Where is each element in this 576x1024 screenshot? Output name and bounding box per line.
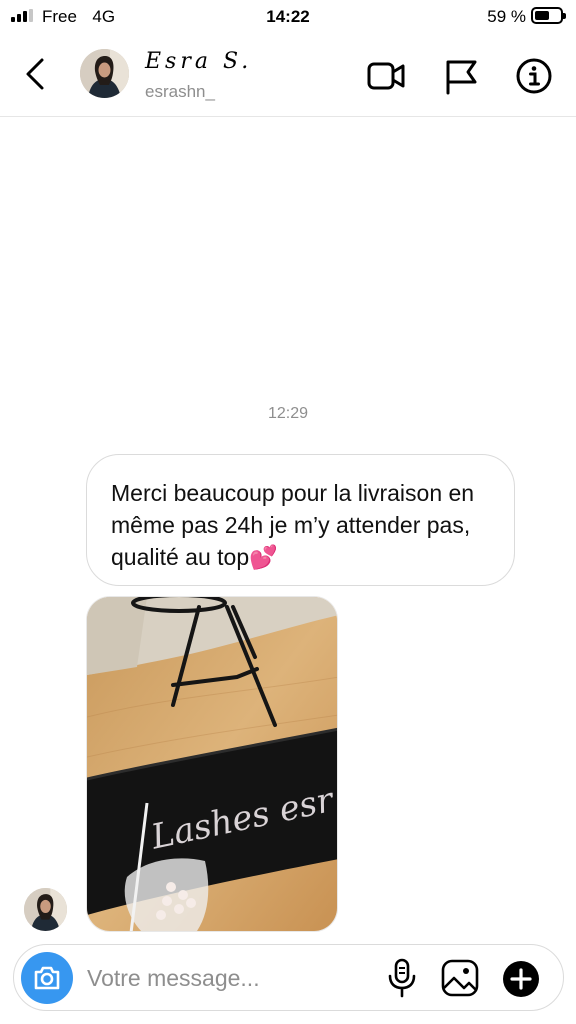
info-button[interactable] [514, 56, 554, 96]
status-bar: Free 4G 14:22 59 % [0, 0, 576, 34]
info-icon [516, 58, 552, 94]
report-button[interactable] [441, 56, 481, 96]
message-bubble[interactable]: Merci beaucoup pour la livraison en même… [86, 454, 515, 586]
voice-message-button[interactable] [382, 957, 422, 999]
flag-icon [446, 60, 477, 95]
battery-percentage: 59 % [487, 7, 526, 26]
back-chevron-icon [26, 58, 44, 90]
message-timestamp: 12:29 [267, 405, 309, 422]
gallery-icon [441, 959, 479, 997]
sender-avatar[interactable] [24, 888, 67, 931]
photo-image: Lashes esr [87, 597, 337, 931]
photo-message[interactable]: Lashes esr [86, 596, 338, 932]
video-call-button[interactable] [366, 56, 406, 96]
chat-header: Esra S. esrashn_ [0, 34, 576, 117]
add-icon [503, 961, 539, 997]
message-text: Merci beaucoup pour la livraison en même… [111, 480, 475, 570]
message-composer [13, 944, 564, 1011]
microphone-icon [388, 958, 416, 998]
camera-icon [34, 966, 60, 990]
message-input[interactable] [87, 959, 367, 997]
back-button[interactable] [18, 54, 54, 94]
gallery-button[interactable] [440, 958, 480, 998]
camera-button[interactable] [21, 952, 73, 1004]
more-options-button[interactable] [502, 960, 540, 998]
contact-username[interactable]: esrashn_ [145, 82, 215, 102]
battery-icon [531, 7, 566, 24]
contact-avatar[interactable] [80, 49, 129, 98]
contact-display-name[interactable]: Esra S. [145, 49, 252, 74]
battery-fill [535, 11, 549, 20]
video-call-icon [367, 62, 405, 90]
